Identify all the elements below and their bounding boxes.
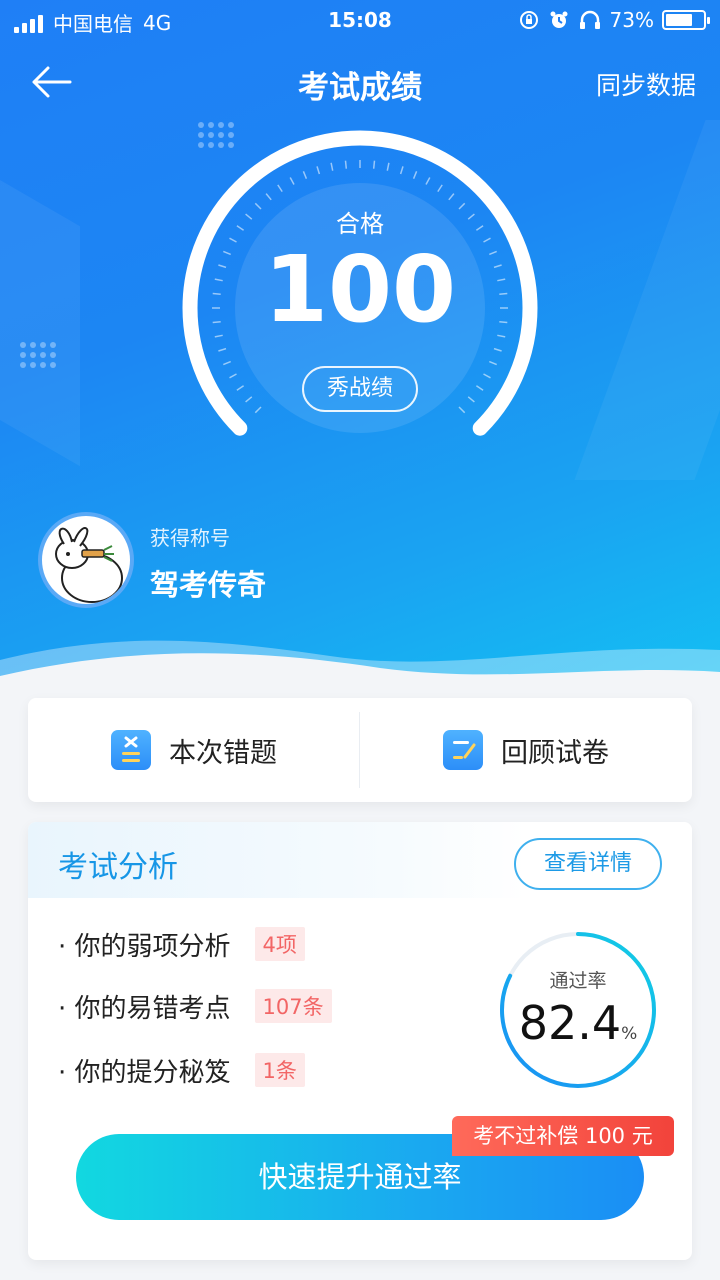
honor-label: 获得称号 bbox=[150, 526, 230, 550]
gauge-tick bbox=[218, 347, 227, 352]
battery-icon bbox=[662, 10, 710, 30]
gauge-tick bbox=[245, 396, 253, 403]
wave-divider bbox=[0, 640, 720, 710]
analysis-item-tag: 107条 bbox=[254, 989, 332, 1023]
gauge-tick bbox=[330, 162, 334, 171]
analysis-header: 考试分析 查看详情 bbox=[28, 822, 692, 898]
rabbit-mascot-icon bbox=[55, 527, 123, 603]
pass-rate-value: 82.4% bbox=[496, 996, 660, 1050]
exam-score: 100 bbox=[263, 236, 457, 343]
pass-rate-number: 82.4 bbox=[518, 996, 622, 1050]
alarm-icon bbox=[550, 11, 568, 28]
analysis-item-tips[interactable]: · 你的提分秘笈 1条 bbox=[58, 1050, 305, 1090]
analysis-item-tag: 1条 bbox=[254, 1053, 305, 1087]
analysis-item-tag: 4项 bbox=[254, 927, 305, 961]
battery-percent: 73% bbox=[609, 8, 654, 32]
compensation-badge: 考不过补偿 100 元 bbox=[452, 1116, 674, 1156]
avatar bbox=[38, 512, 134, 608]
quick-actions-card: 本次错题 回顾试卷 bbox=[28, 698, 692, 802]
review-paper-label: 回顾试卷 bbox=[501, 737, 609, 769]
gauge-tick bbox=[254, 406, 262, 414]
nav-bar: 考试成绩 同步数据 bbox=[0, 50, 720, 114]
gauge-tick bbox=[489, 360, 497, 366]
analysis-item-label: · 你的弱项分析 bbox=[58, 931, 231, 962]
gauge-tick bbox=[265, 193, 272, 201]
wrong-questions-label: 本次错题 bbox=[169, 737, 277, 769]
gauge-tick bbox=[425, 177, 431, 185]
gauge-tick bbox=[475, 385, 484, 391]
analysis-title: 考试分析 bbox=[58, 850, 178, 885]
gauge-tick bbox=[467, 396, 475, 403]
gauge-tick bbox=[302, 171, 308, 179]
gauge-tick bbox=[483, 373, 491, 379]
honor-title-section: 获得称号 驾考传奇 bbox=[38, 512, 438, 608]
analysis-item-error-prone[interactable]: · 你的易错考点 107条 bbox=[58, 986, 332, 1026]
hero-header: 中国电信 4G 15:08 73% 考试成绩 同步数据 合格 100 秀战绩 获… bbox=[0, 0, 720, 700]
pass-rate-label: 通过率 bbox=[549, 970, 607, 992]
honor-name: 驾考传奇 bbox=[150, 568, 267, 602]
gauge-tick bbox=[316, 166, 321, 175]
gauge-tick bbox=[399, 166, 404, 175]
gauge-tick bbox=[493, 347, 502, 352]
sync-data-button[interactable]: 同步数据 bbox=[596, 66, 696, 102]
rotation-lock-icon bbox=[519, 11, 538, 29]
gauge-tick bbox=[437, 184, 443, 193]
status-bar: 中国电信 4G 15:08 73% bbox=[0, 0, 720, 40]
gauge-tick bbox=[229, 373, 237, 379]
gauge-tick bbox=[372, 160, 376, 169]
review-paper-button[interactable]: 回顾试卷 bbox=[360, 698, 692, 802]
share-score-button[interactable]: 秀战绩 bbox=[302, 366, 418, 412]
gauge-tick bbox=[386, 162, 390, 171]
wrong-questions-button[interactable]: 本次错题 bbox=[28, 698, 360, 802]
wrong-list-icon bbox=[111, 730, 151, 770]
gauge-tick bbox=[236, 385, 245, 391]
analysis-item-label: · 你的易错考点 bbox=[58, 993, 231, 1024]
decor-dots bbox=[20, 342, 56, 368]
analysis-item-label: · 你的提分秘笈 bbox=[58, 1057, 231, 1088]
analysis-item-weak[interactable]: · 你的弱项分析 4项 bbox=[58, 924, 305, 964]
pass-rate-ring: 通过率 82.4% bbox=[496, 928, 660, 1092]
gauge-tick bbox=[458, 406, 466, 414]
gauge-tick bbox=[289, 177, 295, 185]
decor-shape bbox=[574, 120, 720, 480]
exam-analysis-card: 考试分析 查看详情 · 你的弱项分析 4项 · 你的易错考点 107条 · 你的… bbox=[28, 822, 692, 1260]
gauge-tick bbox=[344, 160, 348, 169]
headphones-icon bbox=[579, 10, 600, 29]
gauge-tick bbox=[412, 171, 418, 179]
edit-paper-icon bbox=[443, 730, 483, 770]
pass-status: 合格 bbox=[336, 210, 384, 238]
gauge-tick bbox=[277, 184, 283, 193]
gauge-tick bbox=[223, 360, 231, 366]
gauge-tick bbox=[448, 193, 455, 201]
view-details-button[interactable]: 查看详情 bbox=[514, 838, 662, 890]
score-gauge: 合格 100 秀战绩 bbox=[170, 128, 550, 458]
decor-shape bbox=[0, 133, 80, 467]
pass-rate-unit: % bbox=[621, 1024, 638, 1044]
